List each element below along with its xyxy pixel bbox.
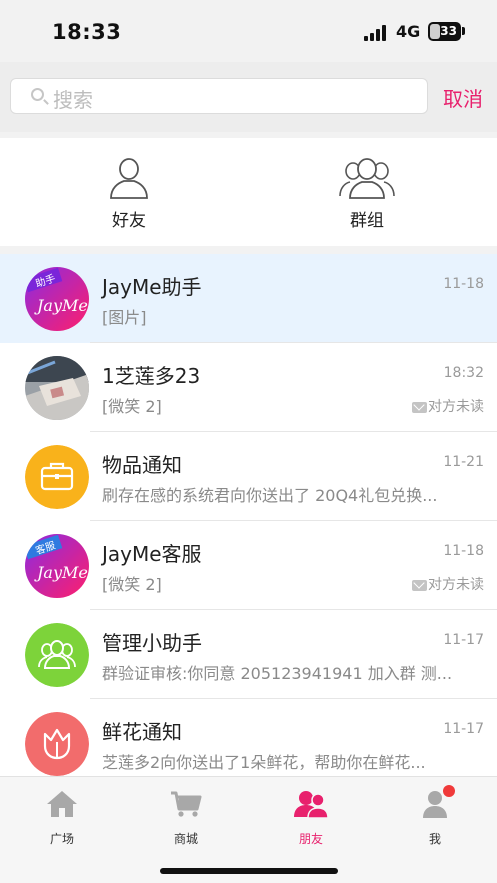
notification-badge (443, 785, 455, 797)
battery-icon: 33 (428, 22, 461, 41)
conversation-preview: [微笑 2] (102, 397, 162, 416)
cancel-button[interactable]: 取消 (443, 83, 483, 112)
conversation-row[interactable]: 鲜花通知 芝莲多2向你送出了1朵鲜花，帮助你在鲜花... 11-17 (0, 699, 497, 776)
conversation-time: 11-21 (443, 454, 484, 470)
tab-bar: 广场 商城 朋友 我 (0, 776, 497, 883)
cart-icon (171, 791, 202, 817)
friends-label: 好友 (112, 211, 146, 231)
tab-me[interactable]: 我 (395, 785, 475, 846)
jayme-assistant-avatar: 助手 JayMe (25, 267, 89, 331)
search-input[interactable]: 搜索 (10, 78, 428, 114)
conversation-preview: 刷存在感的系统君向你送出了 20Q4礼包兑换... (102, 486, 438, 505)
tab-mall[interactable]: 商城 (146, 785, 226, 846)
conversation-preview: 芝莲多2向你送出了1朵鲜花，帮助你在鲜花... (102, 753, 426, 772)
conversation-time: 11-17 (443, 632, 484, 648)
status-time: 18:33 (52, 20, 122, 44)
tab-label: 商城 (173, 832, 198, 846)
groups-label: 群组 (350, 211, 384, 231)
conversation-time: 18:32 (443, 365, 484, 381)
home-indicator[interactable] (160, 868, 338, 874)
search-placeholder: 搜索 (53, 88, 93, 112)
conversation-row[interactable]: 客服 JayMe JayMe客服 [微笑 2] 11-18 对方未读 (0, 521, 497, 610)
conversation-row[interactable]: 管理小助手 群验证审核:你同意 205123941941 加入群 测... 11… (0, 610, 497, 699)
search-icon (31, 88, 44, 101)
friends-icon (294, 791, 329, 819)
conversation-name: JayMe客服 (102, 542, 202, 566)
read-status: 对方未读 (412, 574, 484, 594)
conversation-preview: [微笑 2] (102, 575, 162, 594)
friends-shortcut[interactable]: 好友 (59, 138, 199, 246)
signal-icon (364, 25, 390, 41)
tab-label: 朋友 (298, 832, 323, 846)
conversation-row[interactable]: 1芝莲多23 [微笑 2] 18:32 对方未读 (0, 343, 497, 432)
mail-icon (412, 580, 427, 591)
conversation-name: 物品通知 (102, 453, 182, 477)
home-icon (47, 791, 77, 817)
tab-plaza[interactable]: 广场 (22, 785, 102, 846)
conversation-row[interactable]: 物品通知 刷存在感的系统君向你送出了 20Q4礼包兑换... 11-21 (0, 432, 497, 521)
read-status-text: 对方未读 (428, 577, 484, 593)
conversation-list: 助手 JayMe JayMe助手 [图片] 11-18 1芝莲多23 [微笑 2… (0, 254, 497, 776)
conversation-name: 管理小助手 (102, 631, 202, 655)
conversation-time: 11-18 (443, 276, 484, 292)
mail-icon (412, 402, 427, 413)
conversation-preview: 群验证审核:你同意 205123941941 加入群 测... (102, 664, 453, 683)
avatar-text: JayMe (34, 563, 88, 582)
groups-shortcut[interactable]: 群组 (297, 138, 437, 246)
status-bar: 18:33 4G 33 (0, 0, 497, 62)
conversation-name: JayMe助手 (102, 275, 202, 299)
contact-shortcuts: 好友 群组 (0, 138, 497, 246)
conversation-preview: [图片] (102, 308, 147, 327)
conversation-name: 1芝莲多23 (102, 364, 201, 388)
photo-avatar (25, 356, 89, 420)
battery-level: 33 (440, 24, 457, 38)
tab-label: 我 (428, 832, 441, 846)
briefcase-icon (25, 445, 89, 509)
network-type: 4G (396, 22, 421, 41)
read-status-text: 对方未读 (428, 399, 484, 415)
read-status: 对方未读 (412, 396, 484, 416)
battery-tip (462, 27, 465, 35)
search-bar: 搜索 取消 (0, 62, 497, 132)
conversation-row[interactable]: 助手 JayMe JayMe助手 [图片] 11-18 (0, 254, 497, 343)
conversation-name: 鲜花通知 (102, 720, 182, 744)
tab-label: 广场 (49, 832, 74, 846)
conversation-time: 11-17 (443, 721, 484, 737)
tab-friends[interactable]: 朋友 (271, 785, 351, 846)
group-admin-icon (25, 623, 89, 687)
jayme-service-avatar: 客服 JayMe (25, 534, 89, 598)
conversation-time: 11-18 (443, 543, 484, 559)
person-icon (110, 158, 148, 199)
flower-icon (25, 712, 89, 776)
group-icon (339, 158, 395, 199)
avatar-text: JayMe (34, 296, 88, 315)
